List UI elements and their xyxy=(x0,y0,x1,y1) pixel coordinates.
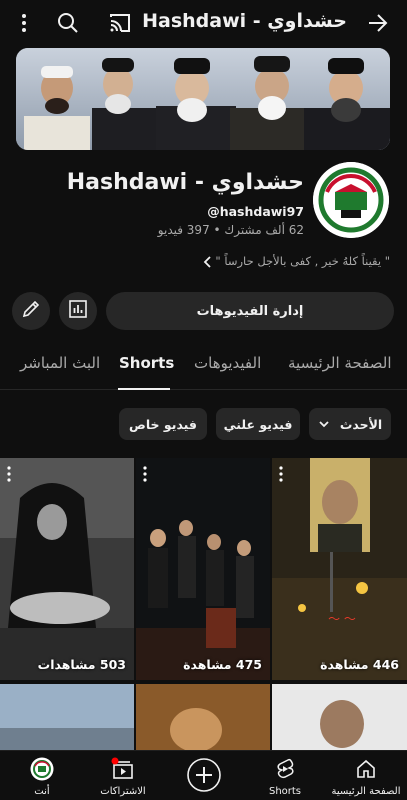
short-thumbnail[interactable] xyxy=(272,684,407,750)
nav-subscriptions[interactable]: الاشتراكات xyxy=(83,755,163,799)
short-thumbnail[interactable]: 475 مشاهدة xyxy=(136,458,270,680)
more-vertical-icon[interactable] xyxy=(142,466,150,482)
short-thumbnail[interactable]: 503 مشاهدات xyxy=(0,458,134,680)
svg-text:～ ～: ～ ～ xyxy=(328,612,356,626)
chip-public[interactable]: فيديو علني xyxy=(216,408,300,440)
bottom-navigation: الصفحة الرئيسية Shorts الاشتراكات أنت xyxy=(0,750,407,800)
tab-home[interactable]: الصفحة الرئيسية xyxy=(288,354,392,372)
arrow-forward-icon[interactable] xyxy=(364,9,392,37)
nav-you[interactable]: أنت xyxy=(2,755,82,799)
chevron-left-icon xyxy=(200,254,216,270)
short-views: 475 مشاهدة xyxy=(183,657,262,672)
chip-private[interactable]: فيديو خاص xyxy=(119,408,207,440)
channel-stats: 62 ألف مشترك • 397 فيديو xyxy=(157,223,304,237)
nav-you-label: أنت xyxy=(34,786,50,797)
analytics-icon xyxy=(68,299,88,323)
more-vertical-icon[interactable] xyxy=(6,466,14,482)
active-tab-indicator xyxy=(118,388,170,390)
short-thumbnail[interactable] xyxy=(0,684,134,750)
more-vertical-icon[interactable] xyxy=(10,9,38,37)
nav-home-label: الصفحة الرئيسية xyxy=(331,786,401,797)
top-app-bar: حشداوي - Hashdawi xyxy=(0,0,407,46)
tab-videos[interactable]: الفيديوهات xyxy=(194,354,261,372)
channel-title: حشداوي - Hashdawi xyxy=(142,10,347,32)
short-views: 446 مشاهدة xyxy=(320,657,399,672)
tab-shorts[interactable]: Shorts xyxy=(119,354,174,372)
sort-dropdown[interactable]: الأحدث xyxy=(309,408,391,440)
manage-videos-button[interactable]: إدارة الفيديوهات xyxy=(106,292,394,330)
nav-home[interactable]: الصفحة الرئيسية xyxy=(326,755,406,799)
chevron-down-icon xyxy=(318,418,330,430)
nav-shorts-label: Shorts xyxy=(268,786,302,797)
nav-create[interactable] xyxy=(164,755,244,799)
tab-live[interactable]: البث المباشر xyxy=(20,354,100,372)
search-icon[interactable] xyxy=(54,9,82,37)
channel-tabs: الصفحة الرئيسية الفيديوهات Shorts البث ا… xyxy=(0,344,407,390)
channel-description-row[interactable]: " يقيناً كلهُ خير , كفى بالأجل حارساً " xyxy=(200,252,390,274)
channel-name: حشداوي - Hashdawi xyxy=(66,170,304,195)
channel-banner xyxy=(16,48,390,150)
sort-label: الأحدث xyxy=(339,416,383,432)
short-views: 503 مشاهدات xyxy=(37,657,126,672)
shorts-icon xyxy=(273,757,297,781)
channel-description: " يقيناً كلهُ خير , كفى بالأجل حارساً " xyxy=(215,254,390,268)
analytics-button[interactable] xyxy=(59,292,97,330)
more-vertical-icon[interactable] xyxy=(278,466,286,482)
subscriptions-icon xyxy=(111,757,135,781)
shorts-grid: ～ ～ 446 مشاهدة 475 مشاهدة 503 مشاهدات xyxy=(0,458,407,750)
nav-subscriptions-label: الاشتراكات xyxy=(100,786,146,797)
short-thumbnail[interactable] xyxy=(136,684,270,750)
short-thumbnail[interactable]: ～ ～ 446 مشاهدة xyxy=(272,458,407,680)
cast-icon[interactable] xyxy=(106,9,134,37)
edit-channel-button[interactable] xyxy=(12,292,50,330)
create-plus-icon xyxy=(186,757,222,793)
pencil-icon xyxy=(21,299,41,323)
channel-avatar[interactable] xyxy=(313,162,389,238)
nav-shorts[interactable]: Shorts xyxy=(245,755,325,799)
home-icon xyxy=(354,757,378,781)
channel-handle: @hashdawi97 xyxy=(207,204,304,219)
profile-avatar-icon xyxy=(30,757,54,781)
